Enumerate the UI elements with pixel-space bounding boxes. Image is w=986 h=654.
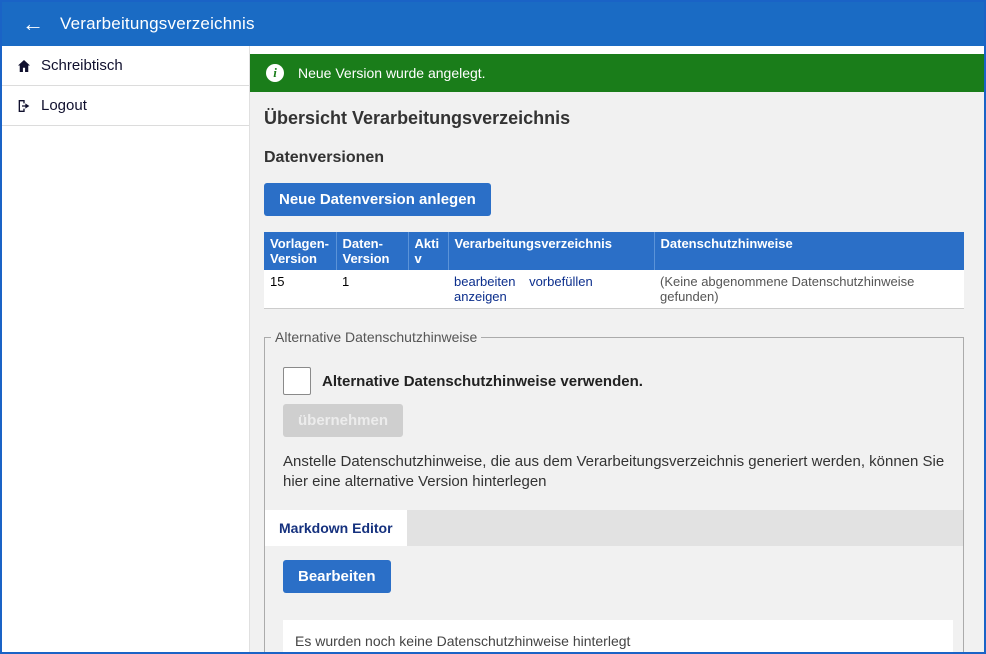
empty-hints-text: Es wurden noch keine Datenschutzhinweise… <box>283 620 953 653</box>
sidebar-item-logout[interactable]: Logout <box>2 86 249 126</box>
versions-table: Vorlagen-Version Daten-Version Aktiv Ver… <box>264 232 964 309</box>
page-title: Übersicht Verarbeitungsverzeichnis <box>264 108 964 129</box>
vorbefuellen-link[interactable]: vorbefüllen <box>529 274 593 289</box>
sidebar: Schreibtisch Logout <box>2 46 250 652</box>
section-title: Datenversionen <box>264 149 964 167</box>
checkbox-row: Alternative Datenschutzhinweise verwende… <box>283 367 945 395</box>
new-dataversion-button[interactable]: Neue Datenversion anlegen <box>264 183 491 216</box>
description-text: Anstelle Datenschutzhinweise, die aus de… <box>283 452 945 493</box>
page-body: Übersicht Verarbeitungsverzeichnis Daten… <box>250 92 984 652</box>
alternative-hints-fieldset: Alternative Datenschutzhinweise Alternat… <box>264 329 964 652</box>
cell-actions: bearbeiten vorbefüllen anzeigen <box>448 270 654 309</box>
editor-area: Bearbeiten Es wurden noch keine Datensch… <box>265 546 963 653</box>
app-header: ← Verarbeitungsverzeichnis <box>2 2 984 46</box>
fieldset-legend: Alternative Datenschutzhinweise <box>271 329 481 345</box>
app-window: ← Verarbeitungsverzeichnis Schreibtisch … <box>0 0 986 654</box>
edit-button[interactable]: Bearbeiten <box>283 560 391 593</box>
home-icon <box>16 58 32 74</box>
bearbeiten-link[interactable]: bearbeiten <box>454 274 515 289</box>
logout-icon <box>16 98 32 114</box>
alternative-hints-checkbox[interactable] <box>283 367 311 395</box>
table-row: 15 1 bearbeiten vorbefüllen anzeigen (Ke… <box>264 270 964 309</box>
checkbox-label: Alternative Datenschutzhinweise verwende… <box>322 373 643 390</box>
header-daten-version: Daten-Version <box>336 232 408 270</box>
cell-daten-version: 1 <box>336 270 408 309</box>
header-aktiv: Aktiv <box>408 232 448 270</box>
success-alert: i Neue Version wurde angelegt. <box>250 54 984 92</box>
cell-note: (Keine abgenommene Datenschutzhinweise g… <box>654 270 964 309</box>
app-title: Verarbeitungsverzeichnis <box>60 14 255 34</box>
apply-button[interactable]: übernehmen <box>283 404 403 437</box>
table-header-row: Vorlagen-Version Daten-Version Aktiv Ver… <box>264 232 964 270</box>
anzeigen-link[interactable]: anzeigen <box>454 289 507 304</box>
tab-bar: Markdown Editor <box>265 510 963 546</box>
header-verarbeitungsverzeichnis: Verarbeitungsverzeichnis <box>448 232 654 270</box>
tab-markdown-editor[interactable]: Markdown Editor <box>265 510 407 546</box>
info-icon: i <box>266 64 284 82</box>
sidebar-item-label: Logout <box>41 97 87 114</box>
alert-text: Neue Version wurde angelegt. <box>298 65 486 81</box>
header-datenschutzhinweise: Datenschutzhinweise <box>654 232 964 270</box>
cell-aktiv <box>408 270 448 309</box>
main-content: i Neue Version wurde angelegt. Übersicht… <box>250 46 984 652</box>
header-vorlagen-version: Vorlagen-Version <box>264 232 336 270</box>
cell-vorlagen-version: 15 <box>264 270 336 309</box>
sidebar-item-schreibtisch[interactable]: Schreibtisch <box>2 46 249 86</box>
sidebar-item-label: Schreibtisch <box>41 57 123 74</box>
back-arrow-icon[interactable]: ← <box>22 13 44 35</box>
